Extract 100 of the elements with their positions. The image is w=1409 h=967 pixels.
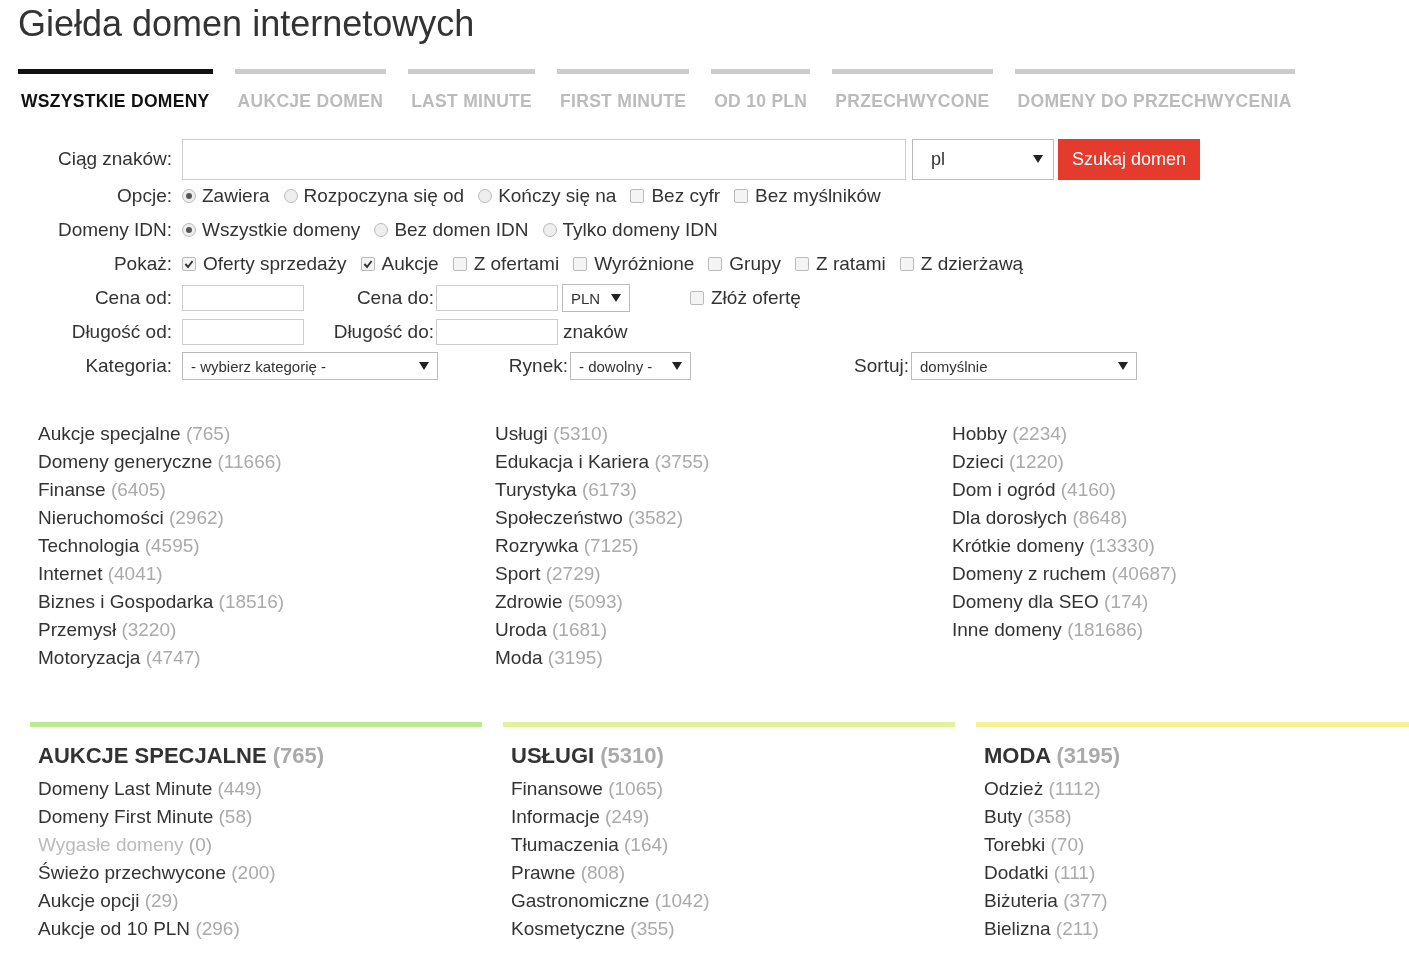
checkbox[interactable]	[795, 257, 810, 271]
subcategory-link[interactable]: Biżuteria (377)	[984, 887, 1108, 915]
radio-button[interactable]	[542, 223, 557, 237]
option-label: Rozpoczyna się od	[303, 185, 465, 207]
subcategory-link[interactable]: Kosmetyczne (355)	[511, 915, 675, 943]
checkbox[interactable]	[573, 257, 588, 271]
category-link[interactable]: Turystyka (6173)	[495, 476, 637, 504]
category-link[interactable]: Biznes i Gospodarka (18516)	[38, 588, 285, 616]
subcategory-link[interactable]: Domeny Last Minute (449)	[38, 775, 262, 803]
price-to-field[interactable]	[436, 285, 558, 311]
radio-button[interactable]	[182, 223, 196, 237]
checkbox[interactable]	[690, 291, 704, 305]
option-label: Grupy	[729, 253, 782, 275]
caret-icon	[672, 362, 682, 370]
category-link[interactable]: Finanse (6405)	[38, 476, 166, 504]
option-label: Z ofertami	[473, 253, 560, 275]
subcategory-link[interactable]: Torebki (70)	[984, 831, 1085, 859]
subcategory-link[interactable]: Aukcje opcji (29)	[38, 887, 179, 915]
category-link[interactable]: Zdrowie (5093)	[495, 588, 623, 616]
category-link[interactable]: Krótkie domeny (13330)	[952, 532, 1155, 560]
option-label: Zawiera	[202, 185, 270, 207]
category-link[interactable]: Inne domeny (181686)	[952, 616, 1144, 644]
subcategory-link[interactable]: Gastronomiczne (1042)	[511, 887, 710, 915]
category-link[interactable]: Motoryzacja (4747)	[38, 644, 201, 672]
category-link[interactable]: Hobby (2234)	[952, 420, 1068, 448]
category-link[interactable]: Rozrywka (7125)	[495, 532, 639, 560]
category-link[interactable]: Aukcje specjalne (765)	[38, 420, 231, 448]
option-label: Wyróżnione	[594, 253, 695, 275]
subcategory-link[interactable]: Buty (358)	[984, 803, 1072, 831]
subcategory-link[interactable]: Świeżo przechwycone (200)	[38, 859, 276, 887]
section-heading[interactable]: USŁUGI (5310)	[511, 743, 955, 769]
category-link[interactable]: Edukacja i Kariera (3755)	[495, 448, 710, 476]
checkbox[interactable]	[360, 257, 375, 271]
sort-dropdown[interactable]: domyślnie	[911, 352, 1137, 380]
tld-dropdown[interactable]: pl	[912, 138, 1054, 180]
field-label: Rynek:	[507, 355, 568, 377]
category-link[interactable]: Technologia (4595)	[38, 532, 200, 560]
category-link[interactable]: Usługi (5310)	[495, 420, 608, 448]
currency-dropdown[interactable]: PLN	[562, 284, 630, 312]
category-link[interactable]: Uroda (1681)	[495, 616, 607, 644]
radio-button[interactable]	[374, 223, 389, 237]
option-label: Z ratami	[816, 253, 886, 275]
category-link[interactable]: Dom i ogród (4160)	[952, 476, 1116, 504]
search-field[interactable]	[182, 138, 906, 180]
unit-label: znaków	[563, 321, 628, 343]
category-link[interactable]: Dla dorosłych (8648)	[952, 504, 1128, 532]
category-link[interactable]: Moda (3195)	[495, 644, 603, 672]
category-link[interactable]: Nieruchomości (2962)	[38, 504, 224, 532]
checkbox[interactable]	[708, 257, 723, 271]
category-link[interactable]: Domeny dla SEO (174)	[952, 588, 1149, 616]
section-heading[interactable]: AUKCJE SPECJALNE (765)	[38, 743, 482, 769]
option-label: Oferty sprzedaży	[203, 253, 347, 275]
field-label: Pokaż:	[112, 253, 172, 275]
option-label: Bez cyfr	[651, 185, 721, 207]
length-from-field[interactable]	[182, 319, 304, 345]
category-link[interactable]: Społeczeństwo (3582)	[495, 504, 683, 532]
tab[interactable]: WSZYSTKIE DOMENY	[18, 69, 213, 114]
caret-icon	[611, 294, 621, 302]
category-link[interactable]: Domeny z ruchem (40687)	[952, 560, 1177, 588]
field-label: Sortuj:	[853, 355, 909, 377]
category-link[interactable]: Dzieci (1220)	[952, 448, 1064, 476]
category-dropdown[interactable]: - wybierz kategorię -	[182, 352, 438, 380]
subcategory-link[interactable]: Tłumaczenia (164)	[511, 831, 669, 859]
radio-button[interactable]	[283, 189, 298, 203]
checkbox[interactable]	[734, 189, 749, 203]
subcategory-link[interactable]: Aukcje od 10 PLN (296)	[38, 915, 240, 943]
category-link[interactable]: Domeny generyczne (11666)	[38, 448, 282, 476]
subcategory-link[interactable]: Finansowe (1065)	[511, 775, 664, 803]
caret-icon	[419, 362, 429, 370]
price-from-field[interactable]	[182, 285, 304, 311]
checkbox[interactable]	[630, 189, 645, 203]
subcategory-link[interactable]: Informacje (249)	[511, 803, 650, 831]
radio-button[interactable]	[182, 189, 196, 203]
section-heading[interactable]: MODA (3195)	[984, 743, 1409, 769]
category-link[interactable]: Internet (4041)	[38, 560, 163, 588]
category-link[interactable]: Sport (2729)	[495, 560, 601, 588]
subcategory-link[interactable]: Dodatki (111)	[984, 859, 1096, 887]
field-label: Cena od:	[93, 287, 172, 309]
market-dropdown[interactable]: - dowolny -	[570, 352, 691, 380]
caret-icon	[1033, 155, 1043, 163]
field-label: Opcje:	[116, 185, 172, 207]
length-to-field[interactable]	[436, 319, 558, 345]
option-label: Tylko domeny IDN	[562, 219, 718, 241]
subcategory-link[interactable]: Odzież (1112)	[984, 775, 1101, 803]
radio-button[interactable]	[478, 189, 493, 203]
subcategory-link[interactable]: Domeny First Minute (58)	[38, 803, 253, 831]
option-label: Kończy się na	[498, 185, 617, 207]
option-label: Wszystkie domeny	[202, 219, 361, 241]
search-button[interactable]: Szukaj domen	[1058, 138, 1201, 180]
page-title: Giełda domen internetowych	[18, 2, 476, 46]
checkbox[interactable]	[452, 257, 467, 271]
field-label: Kategoria:	[84, 355, 172, 377]
checkbox[interactable]	[182, 257, 196, 271]
field-label: Ciąg znaków:	[56, 148, 172, 170]
checkbox[interactable]	[899, 257, 914, 271]
category-link[interactable]: Przemysł (3220)	[38, 616, 177, 644]
option-label: Bez myślników	[755, 185, 881, 207]
subcategory-link[interactable]: Prawne (808)	[511, 859, 626, 887]
subcategory-link[interactable]: Bielizna (211)	[984, 915, 1099, 943]
field-label: Długość do:	[332, 321, 434, 343]
